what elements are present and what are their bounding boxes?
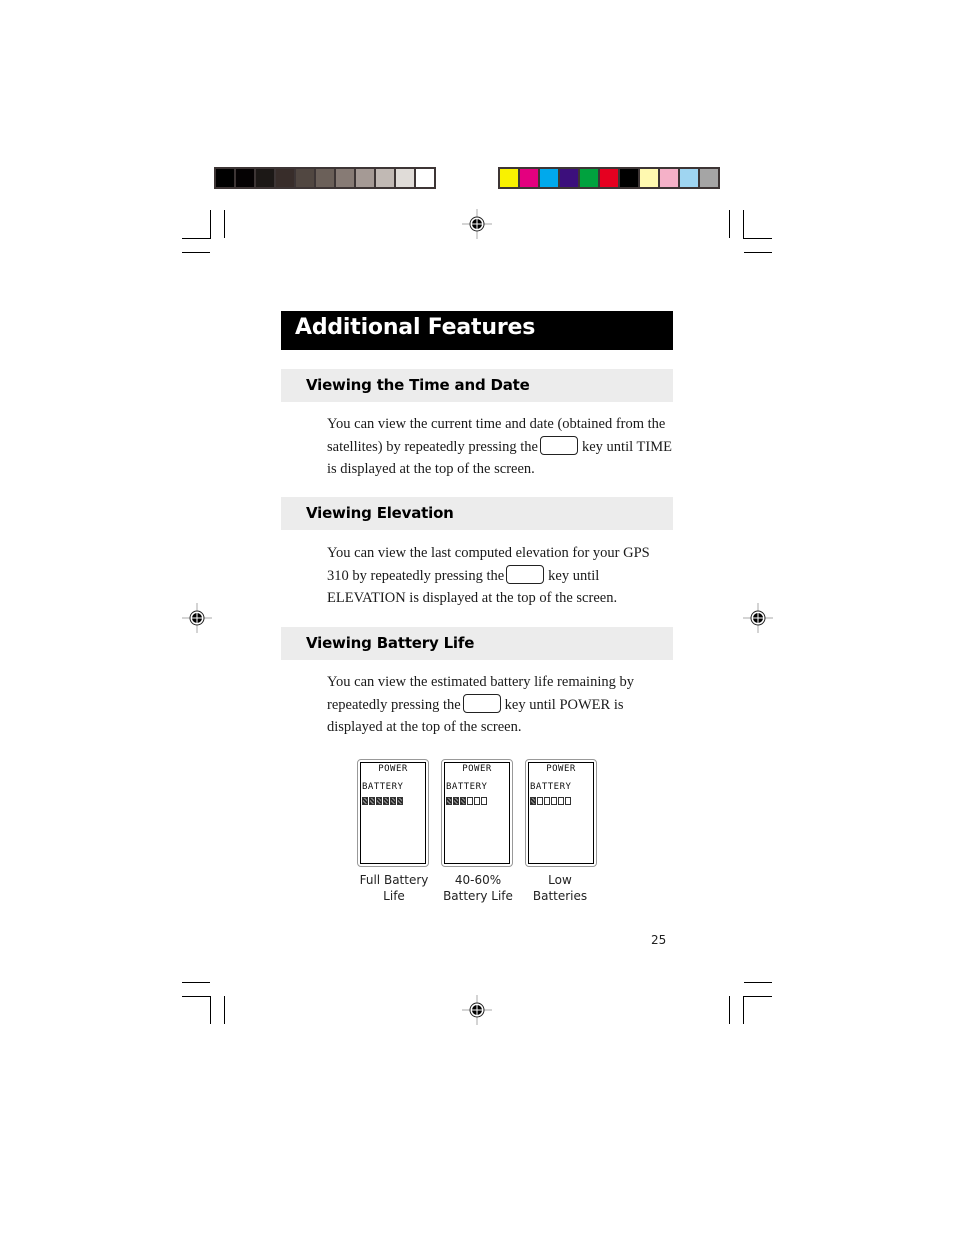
- battery-segment: [397, 797, 403, 805]
- registration-target-icon: [462, 995, 492, 1025]
- lcd-screen-half: POWER BATTERY: [441, 759, 513, 867]
- color-swatch: [416, 169, 434, 187]
- battery-segment: [446, 797, 452, 805]
- battery-segment: [481, 797, 487, 805]
- color-swatch: [356, 169, 374, 187]
- color-swatch: [276, 169, 294, 187]
- battery-segment: [537, 797, 543, 805]
- lcd-screen-low: POWER BATTERY: [525, 759, 597, 867]
- battery-segment: [362, 797, 368, 805]
- section-heading-elevation: Viewing Elevation: [281, 497, 673, 530]
- color-swatch: [216, 169, 234, 187]
- section-heading-text: Viewing Elevation: [306, 504, 454, 522]
- battery-segment: [530, 797, 536, 805]
- battery-segment: [474, 797, 480, 805]
- battery-gauge: [446, 797, 487, 805]
- battery-segment: [460, 797, 466, 805]
- page-number: 25: [651, 933, 667, 947]
- battery-segment: [544, 797, 550, 805]
- key-button-icon: [506, 564, 545, 584]
- section-heading-text: Viewing the Time and Date: [306, 376, 530, 394]
- registration-target-icon: [743, 603, 773, 633]
- color-swatch: [396, 169, 414, 187]
- color-swatch: [296, 169, 314, 187]
- paragraph-elevation: You can view the last computed elevation…: [327, 545, 650, 606]
- registration-target-icon: [462, 209, 492, 239]
- key-button-icon: [462, 693, 501, 713]
- color-swatch: [520, 169, 538, 187]
- caption-low-battery: Low Batteries: [532, 873, 588, 903]
- battery-segment: [453, 797, 459, 805]
- color-swatch: [620, 169, 638, 187]
- color-swatch: [660, 169, 678, 187]
- color-swatch: [376, 169, 394, 187]
- color-swatch: [700, 169, 718, 187]
- registration-target-icon: [182, 603, 212, 633]
- page-title: Additional Features: [295, 315, 536, 340]
- color-swatch: [540, 169, 558, 187]
- paragraph-battery: You can view the estimated battery life …: [327, 674, 634, 735]
- color-swatch: [680, 169, 698, 187]
- section-heading-text: Viewing Battery Life: [306, 634, 475, 652]
- battery-segment: [467, 797, 473, 805]
- battery-segment: [383, 797, 389, 805]
- key-button-icon: [540, 435, 578, 455]
- color-swatch: [316, 169, 334, 187]
- section-heading-battery: Viewing Battery Life: [281, 627, 673, 660]
- battery-segment: [390, 797, 396, 805]
- color-swatch: [336, 169, 354, 187]
- color-swatch: [236, 169, 254, 187]
- color-swatch: [256, 169, 274, 187]
- page-title-bar: Additional Features: [281, 311, 673, 350]
- battery-segment: [376, 797, 382, 805]
- battery-segment: [558, 797, 564, 805]
- color-swatch: [560, 169, 578, 187]
- color-swatch: [580, 169, 598, 187]
- grayscale-calibration-bar: [214, 167, 436, 189]
- paragraph-time-date: You can view the current time and date (…: [327, 416, 672, 477]
- battery-segment: [565, 797, 571, 805]
- color-swatch: [600, 169, 618, 187]
- lcd-screen-full: POWER BATTERY: [357, 759, 429, 867]
- color-swatch: [640, 169, 658, 187]
- battery-gauge: [530, 797, 571, 805]
- battery-gauge: [362, 797, 403, 805]
- color-swatch: [500, 169, 518, 187]
- section-heading-time-date: Viewing the Time and Date: [281, 369, 673, 402]
- battery-segment: [551, 797, 557, 805]
- battery-segment: [369, 797, 375, 805]
- color-calibration-bar: [498, 167, 720, 189]
